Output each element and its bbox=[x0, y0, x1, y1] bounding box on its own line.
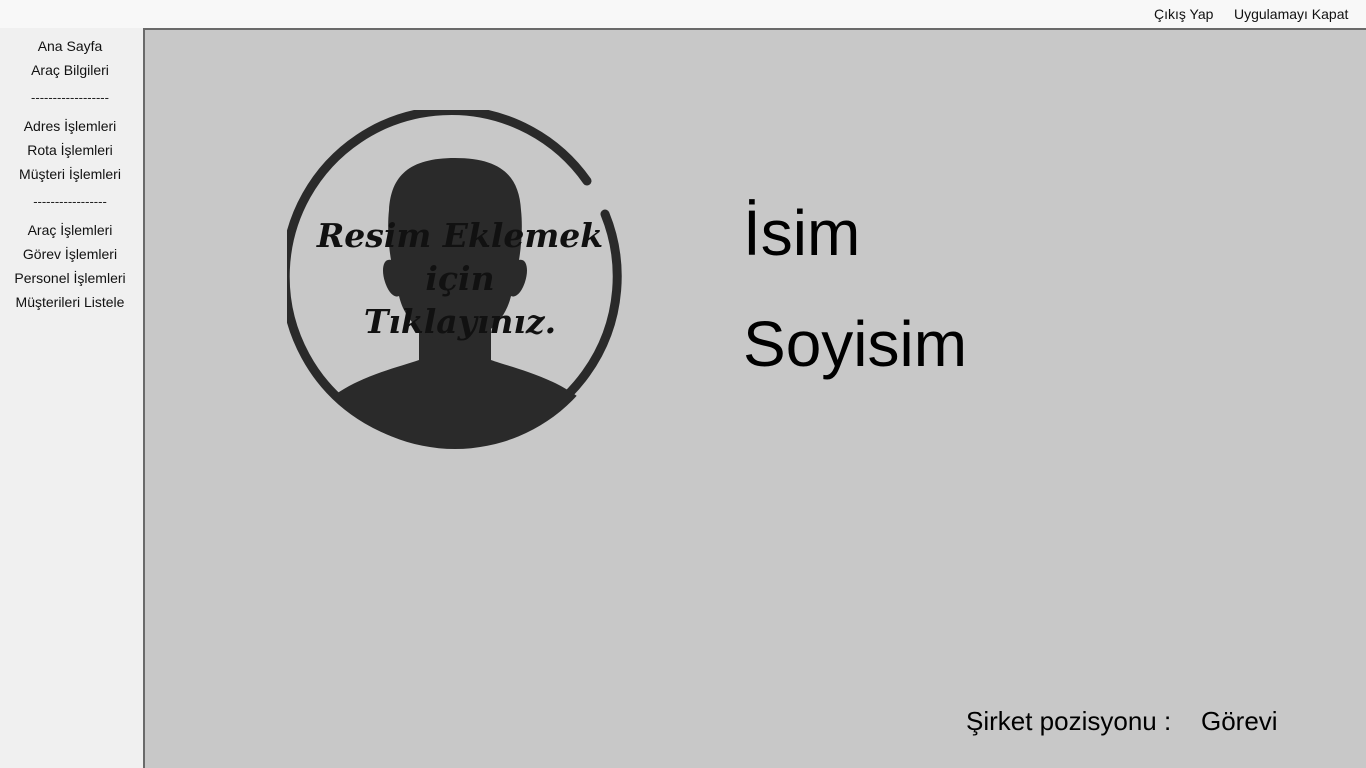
close-app-link[interactable]: Uygulamayı Kapat bbox=[1234, 6, 1348, 22]
profile-photo-button[interactable]: Resim Eklemek için Tıklayınız. bbox=[287, 110, 633, 456]
photo-caption: Resim Eklemek için Tıklayınız. bbox=[287, 214, 633, 343]
sidebar-separator: ------------------ bbox=[31, 90, 109, 105]
sidebar-item-route-ops[interactable]: Rota İşlemleri bbox=[0, 142, 140, 158]
sidebar-separator: ----------------- bbox=[33, 194, 107, 209]
first-name-label: İsim bbox=[743, 197, 861, 269]
sidebar-item-vehicle-info[interactable]: Araç Bilgileri bbox=[0, 62, 140, 78]
logout-link[interactable]: Çıkış Yap bbox=[1154, 6, 1213, 22]
sidebar-item-list-customers[interactable]: Müşterileri Listele bbox=[0, 294, 140, 310]
sidebar-item-home[interactable]: Ana Sayfa bbox=[0, 38, 140, 54]
sidebar-nav: Ana Sayfa Araç Bilgileri ---------------… bbox=[0, 28, 143, 768]
top-menu-bar: Çıkış Yap Uygulamayı Kapat bbox=[0, 0, 1366, 28]
last-name-label: Soyisim bbox=[743, 308, 968, 380]
photo-caption-line: Resim Eklemek bbox=[316, 216, 604, 255]
sidebar-item-vehicle-ops[interactable]: Araç İşlemleri bbox=[0, 222, 140, 238]
profile-panel: Resim Eklemek için Tıklayınız. İsim Soyi… bbox=[143, 28, 1366, 768]
sidebar-item-customer-ops[interactable]: Müşteri İşlemleri bbox=[0, 166, 140, 182]
company-position-value: Görevi bbox=[1201, 706, 1278, 736]
photo-caption-line: için bbox=[425, 259, 495, 298]
sidebar-item-staff-ops[interactable]: Personel İşlemleri bbox=[0, 270, 140, 286]
company-position-label: Şirket pozisyonu : bbox=[966, 706, 1172, 736]
sidebar-item-task-ops[interactable]: Görev İşlemleri bbox=[0, 246, 140, 262]
sidebar-item-address-ops[interactable]: Adres İşlemleri bbox=[0, 118, 140, 134]
photo-caption-line: Tıklayınız. bbox=[363, 302, 557, 341]
